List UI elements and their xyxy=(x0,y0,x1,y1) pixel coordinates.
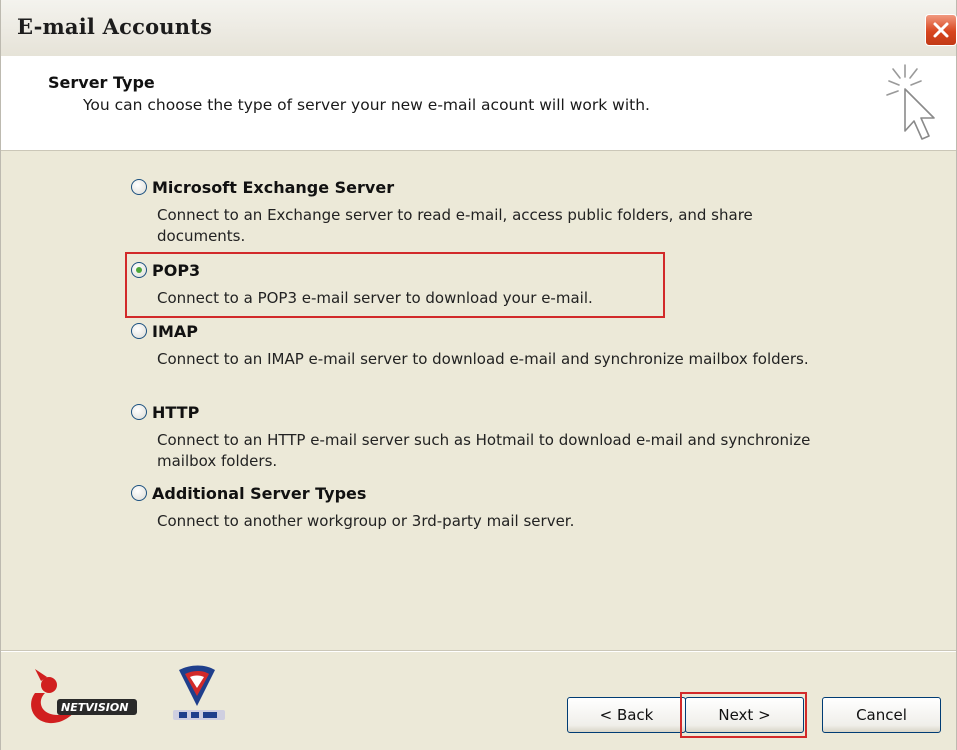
option-label-http: HTTP xyxy=(152,402,200,422)
radio-row-exchange[interactable]: Microsoft Exchange Server xyxy=(131,175,831,199)
header-title: Server Type xyxy=(48,73,155,92)
option-label-imap: IMAP xyxy=(152,321,198,341)
close-button[interactable] xyxy=(925,14,957,46)
option-additional: Additional Server Types Connect to anoth… xyxy=(131,481,831,532)
radio-row-http[interactable]: HTTP xyxy=(131,400,831,424)
radio-row-imap[interactable]: IMAP xyxy=(131,319,831,343)
option-imap: IMAP Connect to an IMAP e-mail server to… xyxy=(131,319,831,370)
wizard-header: Server Type You can choose the type of s… xyxy=(1,56,956,151)
radio-row-additional[interactable]: Additional Server Types xyxy=(131,481,831,505)
option-label-pop3: POP3 xyxy=(152,260,201,280)
header-subtitle: You can choose the type of server your n… xyxy=(83,96,650,114)
radio-http[interactable] xyxy=(131,404,147,420)
option-desc-exchange: Connect to an Exchange server to read e-… xyxy=(157,206,753,245)
pro-logo xyxy=(173,665,225,720)
option-desc-imap: Connect to an IMAP e-mail server to down… xyxy=(157,350,809,368)
wizard-cursor-icon xyxy=(886,64,935,140)
radio-exchange[interactable] xyxy=(131,179,147,195)
cancel-button[interactable]: Cancel xyxy=(822,697,941,733)
radio-additional[interactable] xyxy=(131,485,147,501)
option-desc-additional: Connect to another workgroup or 3rd-part… xyxy=(157,512,575,530)
option-desc-http: Connect to an HTTP e-mail server such as… xyxy=(157,431,811,470)
netvision-logo: NETVISION xyxy=(31,669,137,724)
svg-text:NETVISION: NETVISION xyxy=(61,701,128,714)
option-exchange: Microsoft Exchange Server Connect to an … xyxy=(131,175,831,247)
close-icon xyxy=(933,22,949,38)
title-bar: E-mail Accounts xyxy=(1,0,957,56)
option-desc-pop3: Connect to a POP3 e-mail server to downl… xyxy=(157,289,593,307)
next-button[interactable]: Next > xyxy=(685,697,804,733)
footer-divider xyxy=(1,650,956,652)
window-title: E-mail Accounts xyxy=(17,14,213,39)
option-label-exchange: Microsoft Exchange Server xyxy=(152,177,395,197)
radio-pop3[interactable] xyxy=(131,262,147,278)
option-http: HTTP Connect to an HTTP e-mail server su… xyxy=(131,400,831,472)
server-type-options: Microsoft Exchange Server Connect to an … xyxy=(1,150,956,650)
option-label-additional: Additional Server Types xyxy=(152,483,367,503)
radio-imap[interactable] xyxy=(131,323,147,339)
email-accounts-dialog: E-mail Accounts Server Type You can choo… xyxy=(0,0,957,750)
radio-row-pop3[interactable]: POP3 xyxy=(131,258,831,282)
option-pop3: POP3 Connect to a POP3 e-mail server to … xyxy=(131,258,831,309)
back-button[interactable]: < Back xyxy=(567,697,686,733)
